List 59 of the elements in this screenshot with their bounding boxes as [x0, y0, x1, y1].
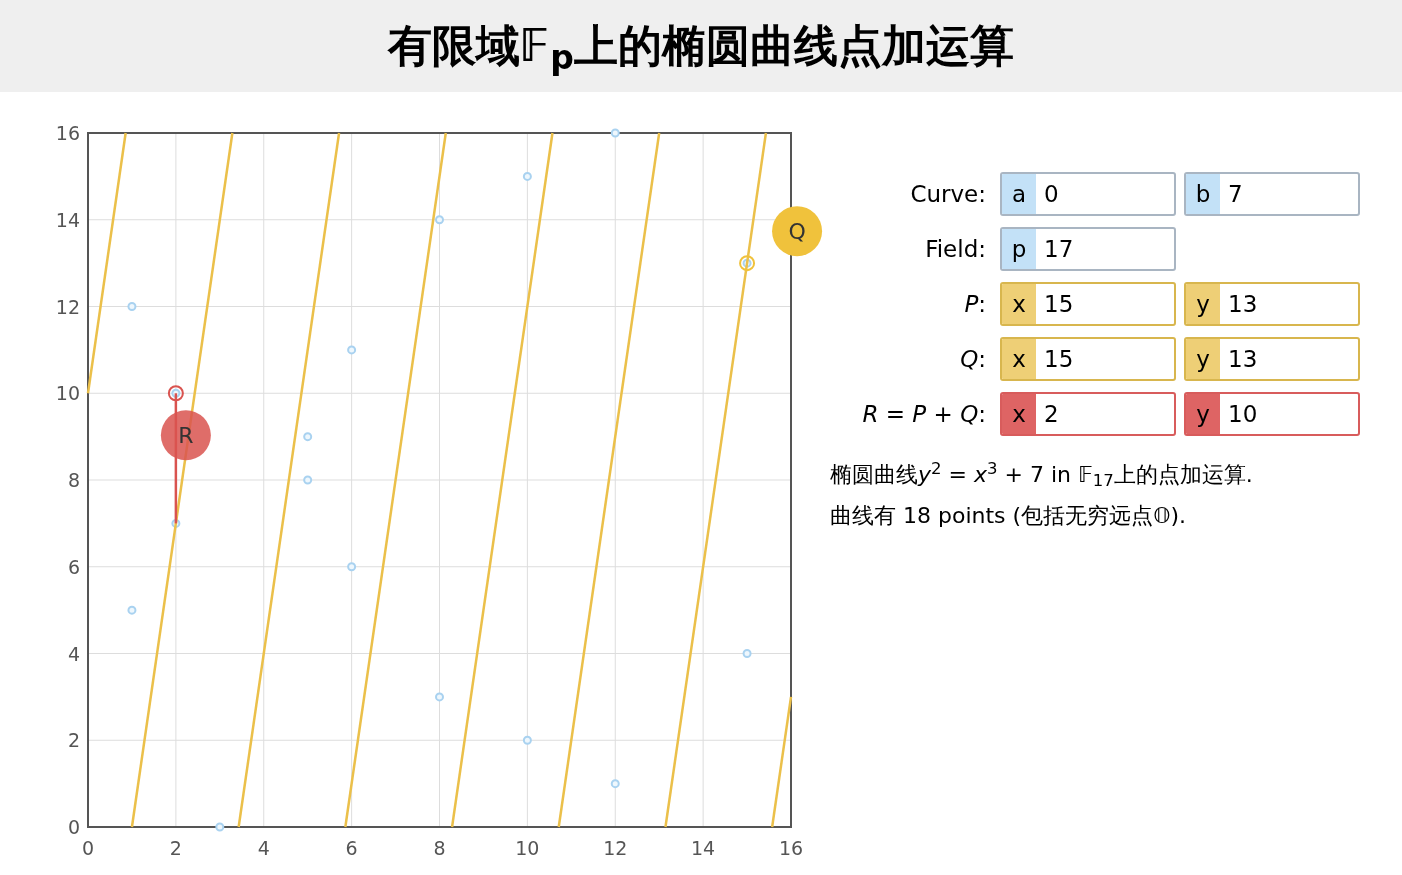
- field-prefix: y: [1186, 339, 1220, 379]
- axis-tick-label: 16: [55, 122, 80, 144]
- number-field[interactable]: y 10: [1184, 392, 1360, 436]
- axis-tick-label: 14: [691, 837, 716, 859]
- field-prefix: x: [1002, 284, 1036, 324]
- axis-tick-label: 2: [169, 837, 182, 859]
- point-label: Q: [788, 219, 806, 245]
- field-prefix: b: [1186, 174, 1220, 214]
- axis-tick-label: 10: [515, 837, 540, 859]
- axis-tick-label: 4: [67, 642, 80, 665]
- axis-tick-label: 8: [67, 469, 80, 491]
- field-value: 7: [1227, 179, 1243, 209]
- field-prefix: x: [1002, 339, 1036, 379]
- axis-tick-label: 12: [603, 837, 628, 859]
- point-marker[interactable]: [167, 385, 184, 402]
- field-prefix: p: [1002, 229, 1036, 269]
- axis-tick-label: 16: [778, 837, 804, 859]
- row-label: R = P + Q:: [861, 399, 987, 429]
- field-value: 2: [1043, 399, 1059, 429]
- row-label: P:: [963, 289, 987, 319]
- point-handle[interactable]: [772, 206, 823, 257]
- axis-tick-label: 0: [67, 816, 80, 838]
- number-field[interactable]: x 2: [1000, 392, 1176, 436]
- number-field[interactable]: a 0: [1000, 172, 1176, 216]
- axis-tick-label: 0: [81, 837, 95, 859]
- row-label: Curve:: [909, 179, 987, 209]
- row-label: Field:: [924, 234, 987, 264]
- axis-tick-label: 12: [55, 295, 80, 318]
- point-marker[interactable]: [739, 255, 756, 272]
- number-field[interactable]: x 15: [1000, 337, 1176, 381]
- description-text: 曲线有 18 points (包括无穷远点𝕆).: [830, 502, 1188, 530]
- field-value: 13: [1227, 289, 1258, 319]
- axis-tick-label: 10: [55, 382, 80, 405]
- field-value: 10: [1227, 399, 1258, 429]
- number-field[interactable]: p 17: [1000, 227, 1176, 271]
- number-field[interactable]: x 15: [1000, 282, 1176, 326]
- number-field[interactable]: b 7: [1184, 172, 1360, 216]
- axis-tick-label: 2: [67, 729, 80, 752]
- field-prefix: y: [1186, 284, 1220, 324]
- field-prefix: x: [1002, 394, 1036, 434]
- field-value: 15: [1043, 289, 1074, 319]
- axis-tick-label: 8: [433, 837, 446, 859]
- point-handle[interactable]: [160, 410, 211, 461]
- axis-tick-label: 4: [257, 837, 270, 859]
- row-label: Q:: [959, 344, 987, 374]
- field-value: 13: [1227, 344, 1258, 374]
- point-label: R: [178, 423, 194, 449]
- number-field[interactable]: y 13: [1184, 282, 1360, 326]
- field-value: 17: [1043, 234, 1074, 264]
- axis-tick-label: 6: [345, 837, 358, 859]
- field-prefix: y: [1186, 394, 1220, 434]
- number-field[interactable]: y 13: [1184, 337, 1360, 381]
- description-text: 椭圆曲线y$^{2}$ = x$^{3}$ + 7 in 𝔽$_{17}$上的点加运算.: [830, 458, 1254, 491]
- axis-tick-label: 6: [67, 555, 80, 578]
- field-value: 15: [1043, 344, 1074, 374]
- page-title: 有限域𝔽$_{p}$上的椭圆曲线点加运算: [388, 19, 1014, 79]
- field-value: 0: [1043, 179, 1059, 209]
- axis-tick-label: 14: [55, 208, 80, 231]
- field-prefix: a: [1002, 174, 1036, 214]
